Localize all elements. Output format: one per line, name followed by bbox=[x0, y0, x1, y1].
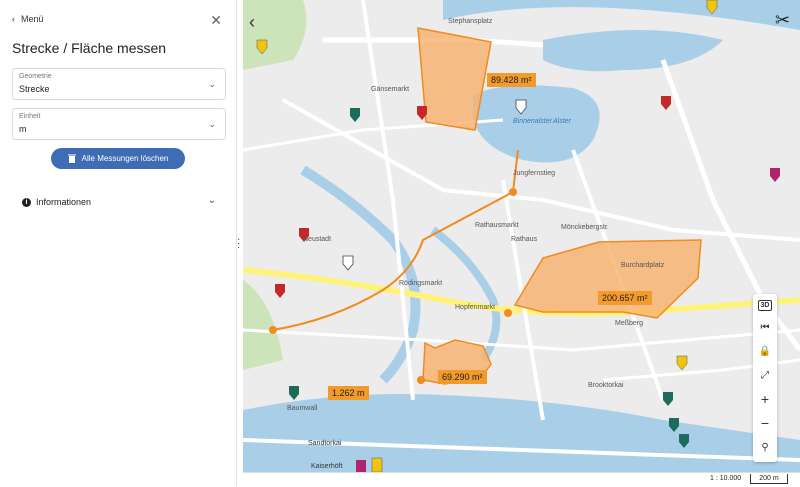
measurement-label: 69.290 m² bbox=[438, 370, 487, 384]
tools-icon[interactable]: ✂ bbox=[775, 10, 790, 31]
collapse-panel-button[interactable]: ‹ bbox=[249, 12, 255, 33]
3d-toggle-button[interactable]: 3D bbox=[753, 294, 777, 316]
measurement-label: 89.428 m² bbox=[487, 73, 536, 87]
3d-label: 3D bbox=[757, 299, 773, 311]
unit-label: Einheit bbox=[19, 113, 41, 120]
map-label: Neustadt bbox=[303, 236, 332, 243]
lock-icon[interactable]: 🔒 bbox=[753, 340, 777, 362]
map-label: Rödingsmarkt bbox=[399, 280, 443, 287]
map-scale: 1 : 10.000 bbox=[710, 475, 742, 482]
chevron-down-icon: ⌄ bbox=[208, 119, 216, 129]
map-label: Rathausmarkt bbox=[475, 222, 519, 229]
measurement-label: 1.262 m bbox=[328, 386, 369, 400]
info-icon: i bbox=[22, 197, 31, 207]
map-label: Brooktorkai bbox=[588, 382, 624, 389]
information-label: Informationen bbox=[36, 197, 92, 207]
chevron-down-icon: ⌄ bbox=[208, 79, 216, 89]
panel-resize-handle[interactable]: · · · bbox=[237, 235, 240, 253]
trash-icon bbox=[67, 154, 76, 163]
map-label: Hopfenmarkt bbox=[455, 304, 496, 311]
panel-title: Strecke / Fläche messen bbox=[12, 40, 167, 56]
chevron-left-icon: ‹ bbox=[12, 14, 15, 24]
map-label: Baumwall bbox=[287, 405, 318, 412]
unit-value: m bbox=[19, 124, 27, 134]
map-label: Kaiserhöft bbox=[311, 463, 343, 470]
map-label: Jungfernstieg bbox=[513, 170, 556, 177]
map-label: Burchardplatz bbox=[621, 262, 665, 269]
map-label: Meßberg bbox=[615, 320, 644, 327]
map-label: Sandtorkai bbox=[308, 440, 342, 447]
rewind-icon[interactable]: ⏮ bbox=[753, 316, 777, 338]
geometry-value: Strecke bbox=[19, 84, 50, 94]
map-label: Binnenalster bbox=[513, 118, 552, 125]
map-controls: 3D ⏮ 🔒 ⤢ + − ⚲ bbox=[753, 294, 777, 462]
map-label: Rathaus bbox=[511, 236, 538, 243]
location-pin-icon[interactable]: ⚲ bbox=[753, 436, 777, 458]
geometry-label: Geometrie bbox=[19, 73, 52, 80]
delete-all-measurements-button[interactable]: Alle Messungen löschen bbox=[51, 148, 185, 169]
chevron-down-icon: ⌄ bbox=[207, 195, 216, 206]
unit-select[interactable]: Einheit m ⌄ bbox=[12, 108, 226, 140]
measurement-label: 200.657 m² bbox=[598, 291, 652, 305]
map-label: Stephansplatz bbox=[448, 18, 493, 25]
back-to-menu-button[interactable]: ‹ Menü bbox=[12, 14, 44, 24]
fullscreen-icon[interactable]: ⤢ bbox=[753, 364, 777, 386]
information-expander[interactable]: i Informationen ⌄ bbox=[22, 195, 216, 209]
side-panel: ‹ Menü ✕ Strecke / Fläche messen Geometr… bbox=[0, 0, 237, 486]
close-icon[interactable]: ✕ bbox=[210, 12, 222, 29]
map-label: Alster bbox=[553, 118, 571, 125]
delete-all-label: Alle Messungen löschen bbox=[81, 154, 169, 163]
map-canvas[interactable]: ‹ ✂ 89.428 m² 200.657 m² 69.290 m² 1.262… bbox=[243, 0, 800, 472]
map-label: Gänsemarkt bbox=[371, 86, 410, 93]
status-bar: 1 : 10.000 200 m bbox=[243, 472, 800, 487]
back-label: Menü bbox=[21, 14, 44, 24]
zoom-in-button[interactable]: + bbox=[753, 388, 777, 410]
geometry-select[interactable]: Geometrie Strecke ⌄ bbox=[12, 68, 226, 100]
map-label: Mönckebergstr. bbox=[561, 224, 609, 231]
scale-bar: 200 m bbox=[750, 474, 788, 484]
zoom-out-button[interactable]: − bbox=[753, 412, 777, 434]
